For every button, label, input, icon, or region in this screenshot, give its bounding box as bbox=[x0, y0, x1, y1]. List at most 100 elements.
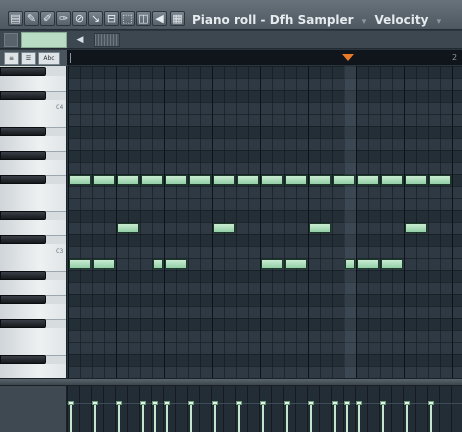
piano-white-key[interactable] bbox=[0, 304, 66, 320]
piano-white-key[interactable] bbox=[0, 340, 66, 356]
piano-white-key[interactable] bbox=[0, 112, 66, 128]
velocity-handle[interactable] bbox=[116, 401, 122, 405]
note[interactable] bbox=[165, 259, 187, 269]
note[interactable] bbox=[333, 175, 355, 185]
horizontal-scrollbar-handle[interactable] bbox=[94, 33, 120, 47]
velocity-stem[interactable] bbox=[286, 404, 288, 432]
piano-black-key[interactable] bbox=[0, 175, 46, 184]
note[interactable] bbox=[165, 175, 187, 185]
velocity-stem[interactable] bbox=[118, 404, 120, 432]
piano-white-key[interactable] bbox=[0, 160, 66, 176]
note[interactable] bbox=[93, 259, 115, 269]
velocity-stem[interactable] bbox=[166, 404, 168, 432]
piano-keyboard[interactable]: C4 C3 bbox=[0, 66, 67, 378]
velocity-handle[interactable] bbox=[260, 401, 266, 405]
piano-black-key[interactable] bbox=[0, 127, 46, 136]
note[interactable] bbox=[429, 175, 451, 185]
velocity-stem[interactable] bbox=[262, 404, 264, 432]
note[interactable] bbox=[117, 223, 139, 233]
corner-toggle-button[interactable] bbox=[4, 33, 18, 47]
note[interactable] bbox=[153, 259, 163, 269]
piano-black-key[interactable] bbox=[0, 271, 46, 280]
pencil-icon[interactable]: ✐ bbox=[40, 11, 55, 26]
velocity-stem[interactable] bbox=[190, 404, 192, 432]
note[interactable] bbox=[285, 175, 307, 185]
velocity-handle[interactable] bbox=[212, 401, 218, 405]
velocity-stem[interactable] bbox=[406, 404, 408, 432]
playback-tool-icon[interactable]: ◀ bbox=[152, 11, 167, 26]
piano-white-key[interactable] bbox=[0, 220, 66, 236]
velocity-stem[interactable] bbox=[346, 404, 348, 432]
note[interactable] bbox=[189, 175, 211, 185]
note[interactable] bbox=[213, 175, 235, 185]
note[interactable] bbox=[261, 259, 283, 269]
note[interactable] bbox=[69, 259, 91, 269]
velocity-stem[interactable] bbox=[334, 404, 336, 432]
note[interactable] bbox=[381, 175, 403, 185]
velocity-handle[interactable] bbox=[68, 401, 74, 405]
chevron-down-icon[interactable]: ▾ bbox=[362, 17, 367, 27]
slice-tool-icon[interactable]: ⊟ bbox=[104, 11, 119, 26]
zoom-field[interactable] bbox=[21, 32, 67, 48]
piano-white-key[interactable] bbox=[0, 136, 66, 152]
velocity-handle[interactable] bbox=[284, 401, 290, 405]
note[interactable] bbox=[381, 259, 403, 269]
note-names-icon[interactable]: Abc bbox=[38, 52, 60, 65]
piano-black-key[interactable] bbox=[0, 319, 46, 328]
velocity-handle[interactable] bbox=[380, 401, 386, 405]
note[interactable] bbox=[69, 175, 91, 185]
velocity-handle[interactable] bbox=[236, 401, 242, 405]
piano-roll-menu-icon[interactable]: ▤ bbox=[8, 11, 23, 26]
velocity-handle[interactable] bbox=[152, 401, 158, 405]
snap-grid-icon[interactable]: ▦ bbox=[170, 11, 185, 26]
velocity-handle[interactable] bbox=[92, 401, 98, 405]
note[interactable] bbox=[405, 223, 427, 233]
velocity-stem[interactable] bbox=[358, 404, 360, 432]
velocity-stem[interactable] bbox=[382, 404, 384, 432]
piano-white-key[interactable] bbox=[0, 256, 66, 272]
playhead-marker[interactable] bbox=[342, 54, 354, 61]
chevron-down-icon[interactable]: ▾ bbox=[437, 17, 442, 27]
note[interactable] bbox=[309, 175, 331, 185]
note-grid[interactable] bbox=[68, 66, 462, 378]
event-target-selector[interactable]: Velocity bbox=[375, 13, 429, 27]
velocity-stem[interactable] bbox=[430, 404, 432, 432]
note[interactable] bbox=[141, 175, 163, 185]
piano-black-key[interactable] bbox=[0, 91, 46, 100]
velocity-editor[interactable] bbox=[67, 386, 462, 432]
note[interactable] bbox=[237, 175, 259, 185]
window-title[interactable]: Piano roll - Dfh Sampler ▾ Velocity ▾ bbox=[192, 13, 445, 27]
velocity-handle[interactable] bbox=[308, 401, 314, 405]
velocity-stem[interactable] bbox=[154, 404, 156, 432]
piano-white-key[interactable] bbox=[0, 364, 66, 378]
velocity-handle[interactable] bbox=[404, 401, 410, 405]
piano-white-key[interactable] bbox=[0, 280, 66, 296]
note[interactable] bbox=[345, 259, 355, 269]
paint-brush-icon[interactable]: ✑ bbox=[56, 11, 71, 26]
velocity-handle[interactable] bbox=[188, 401, 194, 405]
velocity-handle[interactable] bbox=[332, 401, 338, 405]
piano-black-key[interactable] bbox=[0, 67, 46, 76]
note[interactable] bbox=[213, 223, 235, 233]
note[interactable] bbox=[357, 259, 379, 269]
zoom-tool-icon[interactable]: ◫ bbox=[136, 11, 151, 26]
note[interactable] bbox=[261, 175, 283, 185]
velocity-handle[interactable] bbox=[356, 401, 362, 405]
velocity-handle[interactable] bbox=[164, 401, 170, 405]
velocity-stem[interactable] bbox=[94, 404, 96, 432]
wrench-icon[interactable]: ✎ bbox=[24, 11, 39, 26]
mute-tool-icon[interactable]: ↘ bbox=[88, 11, 103, 26]
velocity-stem[interactable] bbox=[310, 404, 312, 432]
piano-black-key[interactable] bbox=[0, 151, 46, 160]
note[interactable] bbox=[93, 175, 115, 185]
piano-black-key[interactable] bbox=[0, 295, 46, 304]
note[interactable] bbox=[309, 223, 331, 233]
title-text[interactable]: Piano roll - Dfh Sampler bbox=[192, 13, 354, 27]
scroll-left-icon[interactable]: ◀ bbox=[73, 33, 87, 47]
piano-white-key[interactable] bbox=[0, 76, 66, 92]
note[interactable] bbox=[405, 175, 427, 185]
list-view-icon[interactable]: ☰ bbox=[21, 52, 36, 65]
velocity-stem[interactable] bbox=[142, 404, 144, 432]
piano-white-key[interactable] bbox=[0, 196, 66, 212]
note[interactable] bbox=[285, 259, 307, 269]
